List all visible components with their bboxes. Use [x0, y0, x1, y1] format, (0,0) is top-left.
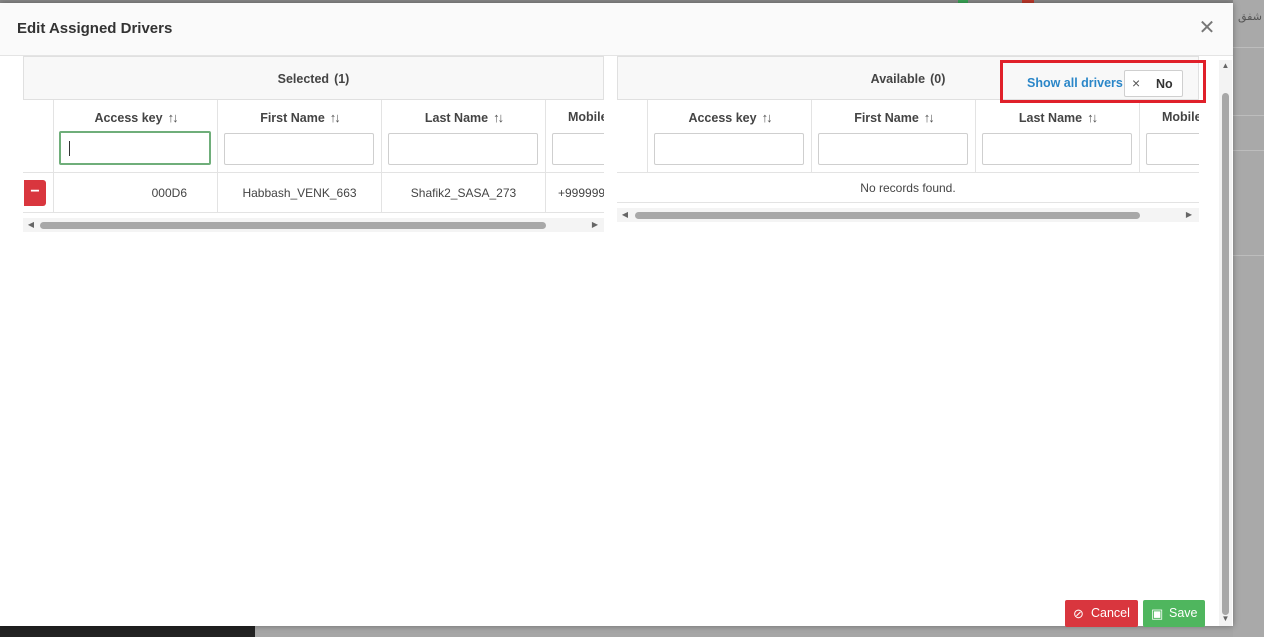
column-header-mobile[interactable]: Mobile — [1140, 100, 1199, 173]
column-header-access-key[interactable]: Access key ↑↓ — [54, 100, 218, 173]
selected-panel-title: Selected — [277, 72, 330, 86]
access-key-filter-input[interactable] — [654, 133, 804, 165]
scrollbar-thumb[interactable] — [40, 222, 546, 229]
selected-drivers-table: Selected (1) Access key ↑↓ First Name ↑↓ La… — [23, 56, 604, 232]
sort-icon[interactable]: ↑↓ — [924, 110, 935, 125]
sort-icon[interactable]: ↑↓ — [762, 110, 773, 125]
sort-icon[interactable]: ↑↓ — [493, 110, 504, 125]
dialog-header: Edit Assigned Drivers ✕ — [0, 3, 1233, 56]
show-all-drivers-toggle[interactable]: × No — [1124, 70, 1183, 97]
available-count: (0) — [930, 72, 946, 86]
sort-icon[interactable]: ↑↓ — [1087, 110, 1098, 125]
show-all-drivers-label[interactable]: Show all drivers — [1027, 76, 1123, 90]
scroll-right-arrow-icon[interactable]: ▶ — [589, 218, 601, 232]
scroll-left-arrow-icon[interactable]: ◀ — [25, 218, 37, 232]
save-label: Save — [1169, 606, 1198, 620]
scroll-up-arrow-icon[interactable]: ▲ — [1219, 60, 1232, 72]
empty-message: No records found. — [617, 173, 1199, 203]
column-label: Last Name — [424, 111, 489, 125]
scrollbar-thumb[interactable] — [1222, 93, 1229, 615]
backdrop — [255, 626, 1233, 637]
first-name-filter-input[interactable] — [818, 133, 968, 165]
column-label: Mobile — [568, 110, 604, 124]
column-header-first-name[interactable]: First Name ↑↓ — [812, 100, 976, 173]
last-name-filter-input[interactable] — [388, 133, 538, 165]
selected-panel-header: Selected (1) — [23, 56, 604, 100]
selected-horizontal-scrollbar[interactable]: ◀ ▶ — [23, 218, 604, 232]
backdrop-right-strip: شفق — [1233, 0, 1264, 637]
toggle-value: No — [1156, 77, 1173, 91]
column-header-mobile[interactable]: Mobile — [546, 100, 604, 173]
scroll-down-arrow-icon[interactable]: ▼ — [1219, 613, 1232, 625]
column-label: Access key — [94, 111, 163, 125]
remove-driver-button[interactable]: − — [24, 180, 46, 206]
column-label: Last Name — [1018, 111, 1083, 125]
table-cell-last-name: Shafik2_SASA_273 — [382, 173, 546, 213]
ban-icon: ⊘ — [1073, 606, 1084, 621]
column-header-last-name[interactable]: Last Name ↑↓ — [976, 100, 1140, 173]
backdrop — [0, 626, 255, 637]
dialog-body: Selected (1) Access key ↑↓ First Name ↑↓ La… — [0, 56, 1220, 626]
available-panel-title: Available — [870, 72, 926, 86]
edit-assigned-drivers-dialog: Edit Assigned Drivers ✕ Selected (1) Acce… — [0, 3, 1233, 627]
sort-icon[interactable]: ↑↓ — [168, 110, 179, 125]
dialog-title: Edit Assigned Drivers — [17, 20, 173, 37]
column-header-access-key[interactable]: Access key ↑↓ — [648, 100, 812, 173]
cancel-button[interactable]: ⊘ Cancel — [1065, 600, 1138, 627]
save-button[interactable]: ▣ Save — [1143, 600, 1205, 627]
available-horizontal-scrollbar[interactable]: ◀ ▶ — [617, 208, 1199, 222]
action-column-header — [617, 100, 648, 173]
scrollbar-thumb[interactable] — [635, 212, 1140, 219]
column-label: Access key — [688, 111, 757, 125]
close-icon[interactable]: ✕ — [1196, 17, 1218, 39]
scroll-right-arrow-icon[interactable]: ▶ — [1183, 208, 1195, 222]
selected-count: (1) — [334, 72, 350, 86]
sort-icon[interactable]: ↑↓ — [330, 110, 341, 125]
floppy-disk-icon: ▣ — [1151, 606, 1164, 621]
action-column-header — [23, 100, 54, 173]
mobile-filter-input[interactable] — [552, 133, 604, 165]
column-label: First Name — [854, 111, 919, 125]
column-header-first-name[interactable]: First Name ↑↓ — [218, 100, 382, 173]
column-label: Mobile — [1162, 110, 1199, 124]
last-name-filter-input[interactable] — [982, 133, 1132, 165]
table-cell-first-name: Habbash_VENK_663 — [218, 173, 382, 213]
access-key-filter-input[interactable] — [59, 131, 211, 165]
cancel-label: Cancel — [1091, 606, 1130, 620]
mobile-filter-input[interactable] — [1146, 133, 1199, 165]
scroll-left-arrow-icon[interactable]: ◀ — [619, 208, 631, 222]
column-label: First Name — [260, 111, 325, 125]
minus-icon: − — [30, 183, 40, 200]
table-cell-access-key: 000D6 — [54, 173, 218, 213]
toggle-x-icon: × — [1132, 75, 1141, 91]
column-header-last-name[interactable]: Last Name ↑↓ — [382, 100, 546, 173]
dialog-vertical-scrollbar[interactable]: ▲ ▼ — [1219, 60, 1232, 626]
backdrop-text: شفق — [1238, 10, 1262, 23]
table-cell-mobile: +999999 — [546, 173, 604, 213]
first-name-filter-input[interactable] — [224, 133, 374, 165]
